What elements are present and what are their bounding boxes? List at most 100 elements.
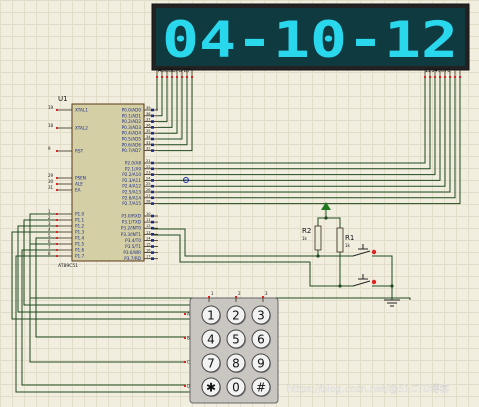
mcu-pin-name: P2.1/A9 (125, 166, 141, 171)
mcu-pin-name: P1.7 (75, 254, 85, 259)
keypad-row-label: A (187, 312, 190, 317)
mcu-pin-name: P3.6/WR (123, 250, 141, 255)
mcu-pin-number: 1 (48, 209, 51, 214)
pin-marker-icon (151, 149, 154, 152)
pin-marker-icon (171, 76, 173, 78)
pin-marker-icon (56, 189, 58, 191)
wire-p2-digit (158, 78, 446, 187)
schematic-canvas[interactable]: 04-10-12 ABCDEFG DP 12345678 U1 AT89C51 … (0, 0, 479, 407)
keypad-key[interactable]: # (251, 377, 271, 397)
push-button-int0[interactable] (345, 244, 380, 257)
keypad-key[interactable]: 8 (226, 353, 246, 373)
mcu-pin-name: EA (75, 188, 81, 193)
key-label: ✱ (206, 381, 216, 395)
pin-marker-icon (151, 251, 154, 254)
key-label: 5 (232, 333, 240, 347)
mcu-pin-name: P2.6/A14 (122, 195, 141, 200)
keypad-key[interactable]: 6 (251, 329, 271, 349)
mcu-pin-name: P2.0/A8 (125, 161, 141, 166)
keypad-key[interactable]: 2 (226, 305, 246, 325)
pin-marker-icon (151, 120, 154, 123)
keypad-col-label: 1 (211, 291, 214, 296)
wire-p1-6 (21, 249, 186, 386)
keypad-key[interactable]: 4 (201, 329, 221, 349)
mcu-pin-name: P2.7/A15 (122, 201, 141, 206)
pin-marker-icon (424, 76, 426, 78)
pin-marker-icon (151, 190, 154, 194)
mcu-pin-number: 2 (48, 215, 51, 220)
mcu-pin-number: 9 (48, 146, 51, 151)
pin-marker-icon (429, 76, 431, 78)
mcu-pin-name: P3.5/T1 (125, 244, 141, 249)
resistor-r1-value: 1k (345, 243, 351, 248)
pin-marker-icon (151, 220, 154, 224)
keypad-key[interactable]: 3 (251, 305, 271, 325)
mcu-pin-name: P2.3/A11 (122, 178, 141, 183)
mcu-pin-number: 29 (48, 173, 54, 178)
key-label: 4 (207, 333, 215, 347)
mcu-pin-number: 25 (146, 182, 151, 186)
mcu-pin-number: 23 (146, 171, 151, 175)
mcu-pin-name: P0.7/AD7 (122, 148, 142, 153)
keypad-col-label: 2 (238, 291, 241, 296)
pin-marker-icon (151, 239, 154, 242)
key-label: 9 (257, 357, 265, 371)
display-digits: 04-10-12 (162, 11, 458, 69)
keypad[interactable]: 1 2 3 A B C D 1 2 3 4 5 6 7 8 9 ✱ 0 # (184, 291, 279, 404)
pin-marker-icon (454, 76, 456, 78)
mcu-pin-number: 15 (146, 243, 151, 247)
mcu-at89c51[interactable]: U1 AT89C51 19 XTAL118 XTAL29 RST29 PSEN30 ALE… (48, 95, 158, 269)
mcu-pin-name: P3.0/RXD (121, 214, 141, 219)
pin-marker-icon (191, 76, 193, 78)
wire-p2-digit (158, 78, 431, 170)
mcu-pin-name: P1.3 (75, 230, 85, 235)
pin-marker-icon (56, 243, 58, 245)
mcu-pin-number: 38 (146, 112, 151, 116)
key-label: 7 (207, 357, 215, 371)
mcu-pin-name: P0.5/AD5 (122, 137, 142, 142)
key-label: 6 (257, 333, 265, 347)
mcu-pin-number: 4 (48, 227, 51, 232)
mcu-pin-number: 33 (146, 141, 151, 145)
mcu-pin-number: 26 (146, 188, 151, 192)
pin-marker-icon (156, 76, 158, 78)
resistor-network[interactable]: R2 1k R1 1k (302, 202, 354, 253)
pin-marker-icon (151, 202, 154, 205)
wire-p2-digit (158, 78, 426, 164)
display-segment-label: ABCDEFG DP (158, 68, 190, 74)
seven-segment-display[interactable]: 04-10-12 ABCDEFG DP 12345678 (151, 3, 470, 78)
mcu-pin-name: P0.4/AD4 (122, 131, 142, 136)
resistor-r1-ref: R1 (345, 234, 354, 242)
mcu-pin-name: P2.5/A13 (122, 190, 141, 195)
keypad-key[interactable]: 7 (201, 353, 221, 373)
junction-dot (390, 284, 394, 288)
keypad-key[interactable]: 9 (251, 353, 271, 373)
push-button-int1[interactable] (345, 274, 380, 287)
resistor-r2-value: 1k (302, 236, 308, 241)
mcu-pin-number: 6 (48, 239, 51, 244)
keypad-col-label: 3 (265, 291, 268, 296)
pin-marker-icon (56, 225, 58, 227)
keypad-key[interactable]: ✱ (201, 377, 221, 397)
pin-marker-icon (151, 161, 154, 165)
wire-p1-7 (15, 255, 190, 393)
mcu-pin-number: 32 (146, 147, 151, 151)
mcu-right-pins: P0.0/AD0 39 P0.1/AD1 38 P0.2/AD2 37 P0.3/AD3 36… (121, 106, 158, 261)
mcu-pin-number: 34 (146, 135, 151, 139)
keypad-key[interactable]: 1 (201, 305, 221, 325)
mcu-pin-name: RST (75, 149, 84, 154)
pin-marker-icon (56, 183, 58, 185)
pin-marker-icon (151, 173, 154, 176)
keypad-key[interactable]: 0 (226, 377, 246, 397)
wire-p0-segment (158, 78, 173, 128)
keypad-row-pins: A B C D (184, 312, 190, 389)
junction-dot (316, 254, 320, 258)
pin-marker-icon (444, 76, 446, 78)
wire-p2-digit (158, 78, 461, 205)
watermark: https://blog.csdn.net/@51CTO博客 (287, 383, 450, 395)
pin-marker-icon (56, 150, 58, 152)
pin-marker-icon (56, 213, 58, 215)
pin-marker-icon (151, 114, 154, 118)
keypad-key[interactable]: 5 (226, 329, 246, 349)
mcu-pin-number: 35 (146, 129, 151, 133)
